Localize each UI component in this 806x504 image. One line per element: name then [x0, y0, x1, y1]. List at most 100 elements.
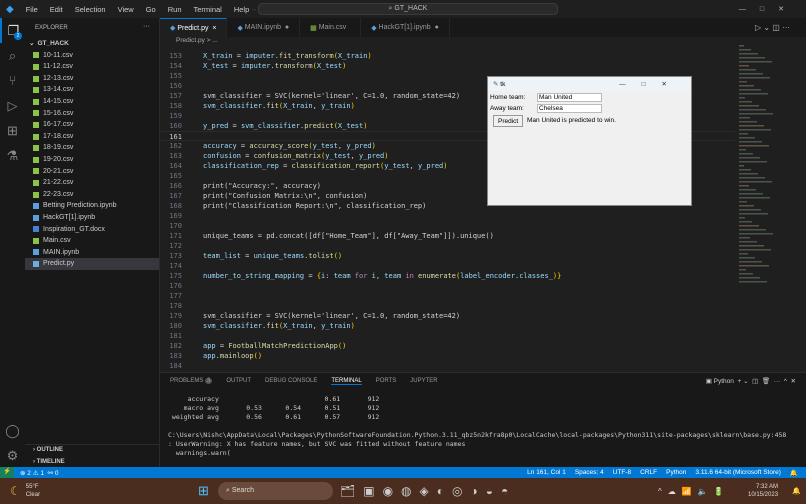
file-item[interactable]: 13-14.csv — [25, 84, 159, 96]
file-item[interactable]: Main.csv — [25, 235, 159, 247]
command-center-search[interactable]: ⌕ GT_HACK — [258, 3, 558, 15]
file-item[interactable]: 11-12.csv — [25, 61, 159, 73]
indentation[interactable]: Spaces: 4 — [575, 469, 604, 477]
editor-actions[interactable]: ▷ ⌄ ◫ ··· — [755, 23, 790, 32]
file-item[interactable]: 10-11.csv — [25, 50, 159, 62]
code-line[interactable]: 173 team_list = unique_teams.tolist() — [160, 251, 735, 261]
file-item[interactable]: 22-23.csv — [25, 189, 159, 201]
menu-view[interactable]: View — [114, 5, 138, 14]
interpreter[interactable]: 3.11.6 64-bit (Microsoft Store) — [695, 469, 781, 477]
file-item[interactable]: 21-22.csv — [25, 177, 159, 189]
file-item[interactable]: 12-13.csv — [25, 73, 159, 85]
panel-tab-terminal[interactable]: TERMINAL — [331, 378, 362, 385]
tab-main-csv[interactable]: ▦ Main.csv — [300, 18, 362, 37]
code-line[interactable]: 176 — [160, 281, 735, 291]
code-line[interactable]: 179 svm_classifier = SVC(kernel='linear',… — [160, 311, 735, 321]
terminal-output[interactable]: accuracy 0.61 912 macro avg 0.53 0.54 0.… — [160, 395, 806, 458]
back-icon[interactable]: ← — [236, 6, 243, 13]
forward-icon[interactable]: → — [250, 6, 257, 13]
code-text: print("Accuracy:", accuracy) — [203, 182, 322, 190]
code-line[interactable]: 172 — [160, 241, 735, 251]
code-line[interactable]: 170 — [160, 221, 735, 231]
eol[interactable]: CRLF — [640, 469, 657, 477]
encoding[interactable]: UTF-8 — [613, 469, 631, 477]
code-line[interactable]: 182 app = FootballMatchPredictionApp() — [160, 341, 735, 351]
code-line[interactable]: 178 — [160, 301, 735, 311]
unsaved-dot[interactable]: ● — [435, 24, 439, 31]
file-item[interactable]: Betting Prediction.ipynb — [25, 200, 159, 212]
clock[interactable]: 7:32 AM 10/15/2023 — [748, 483, 778, 499]
file-item[interactable]: 18-19.csv — [25, 142, 159, 154]
breadcrumb[interactable]: Predict.py > ... — [160, 37, 218, 48]
run-debug-icon[interactable]: ▷ — [0, 93, 25, 118]
code-line[interactable]: 171 unique_teams = pd.concat([df["Home_Te… — [160, 231, 735, 241]
outline-section[interactable]: › OUTLINE — [25, 445, 159, 457]
source-control-icon[interactable]: ⑂ — [0, 68, 25, 93]
language-mode[interactable]: Python — [666, 469, 686, 477]
away-team-input[interactable] — [537, 104, 602, 113]
file-item[interactable]: Predict.py — [25, 258, 159, 270]
search-icon[interactable]: ⌕ — [0, 43, 25, 68]
file-item[interactable]: 14-15.csv — [25, 96, 159, 108]
menu-edit[interactable]: Edit — [46, 5, 67, 14]
weather-widget[interactable]: 55°F Clear — [26, 483, 40, 499]
code-line[interactable]: 174 — [160, 261, 735, 271]
predict-button[interactable]: Predict — [493, 115, 524, 127]
panel-tab-output[interactable]: OUTPUT — [226, 378, 251, 384]
menu-file[interactable]: File — [22, 5, 42, 14]
cursor-position[interactable]: Ln 161, Col 1 — [527, 469, 566, 477]
file-item[interactable]: MAIN.ipynb — [25, 247, 159, 259]
tab-main-ipynb[interactable]: ◆ MAIN.ipynb ● — [227, 18, 301, 37]
file-item[interactable]: Inspiration_GT.docx — [25, 224, 159, 236]
code-line[interactable]: 169 — [160, 211, 735, 221]
tk-titlebar[interactable]: ✎ tk —□✕ — [488, 77, 691, 91]
code-line[interactable]: 180 svm_classifier.fit(X_train, y_train) — [160, 321, 735, 331]
panel-tab-debug-console[interactable]: DEBUG CONSOLE — [265, 378, 317, 384]
panel-tab-problems[interactable]: PROBLEMS 3 — [170, 378, 213, 384]
code-line[interactable]: 181 — [160, 331, 735, 341]
code-line[interactable]: 177 — [160, 291, 735, 301]
window-controls[interactable]: —□✕ — [739, 5, 798, 13]
system-tray[interactable]: ^☁📶🔈🔋 — [658, 487, 730, 496]
terminal-actions[interactable]: ▣ Python + ⌄ ◫ 🗑 ··· ^ ✕ — [706, 377, 796, 385]
menu-terminal[interactable]: Terminal — [190, 5, 226, 14]
start-icon[interactable]: ⊞ — [198, 483, 209, 499]
file-item[interactable]: 20-21.csv — [25, 166, 159, 178]
minimap[interactable] — [735, 37, 806, 367]
code-line[interactable]: 184 — [160, 361, 735, 371]
file-item[interactable]: 15-16.csv — [25, 108, 159, 120]
menu-run[interactable]: Run — [164, 5, 186, 14]
folder-gt-hack[interactable]: ⌄ GT_HACK — [25, 38, 159, 50]
notifications-icon[interactable]: 🔔 — [792, 487, 801, 495]
code-line[interactable]: 175 number_to_string_mapping = {i: team f… — [160, 271, 735, 281]
remote-icon[interactable]: ⚡ — [0, 467, 14, 478]
menu-selection[interactable]: Selection — [71, 5, 110, 14]
taskbar-search[interactable]: ⌕ Search — [218, 482, 333, 500]
file-item[interactable]: 16-17.csv — [25, 119, 159, 131]
problems-status[interactable]: ⊗ 2 ⚠ 1 ⚯ 0 — [20, 469, 58, 477]
tab-predict-py[interactable]: ◆ Predict.py × — [160, 18, 228, 37]
code-line[interactable]: 183 app.mainloop() — [160, 351, 735, 361]
menu-go[interactable]: Go — [142, 5, 160, 14]
file-item[interactable]: 17-18.csv — [25, 131, 159, 143]
pinned-apps[interactable]: 🗂▣◉◍◈◐◎◑◒◓ — [340, 484, 516, 498]
testing-icon[interactable]: ⚗ — [0, 143, 25, 168]
explorer-more-icon[interactable]: ··· — [143, 23, 150, 30]
panel-tab-ports[interactable]: PORTS — [376, 378, 397, 384]
unsaved-dot[interactable]: ● — [285, 24, 289, 31]
explorer-icon[interactable]: ❐ 2 — [0, 18, 25, 43]
code-line[interactable]: 154 X_test = imputer.transform(X_test) — [160, 61, 735, 71]
tk-window-controls[interactable]: —□✕ — [619, 80, 683, 88]
home-team-input[interactable] — [537, 93, 602, 102]
account-icon[interactable]: ◯ — [0, 418, 25, 443]
extensions-icon[interactable]: ⊞ — [0, 118, 25, 143]
file-item[interactable]: 19-20.csv — [25, 154, 159, 166]
line-number: 174 — [169, 262, 182, 270]
panel-tab-jupyter[interactable]: JUPYTER — [410, 378, 437, 384]
file-item[interactable]: HackGT[1].ipynb — [25, 212, 159, 224]
bell-icon[interactable]: 🔔 — [790, 469, 798, 477]
gear-icon[interactable]: ⚙ — [0, 443, 25, 468]
close-icon[interactable]: × — [212, 25, 216, 32]
tab-hackgt-1-ipynb[interactable]: ◆ HackGT[1].ipynb ● — [361, 18, 450, 37]
code-line[interactable]: 153 X_train = imputer.fit_transform(X_tra… — [160, 51, 735, 61]
